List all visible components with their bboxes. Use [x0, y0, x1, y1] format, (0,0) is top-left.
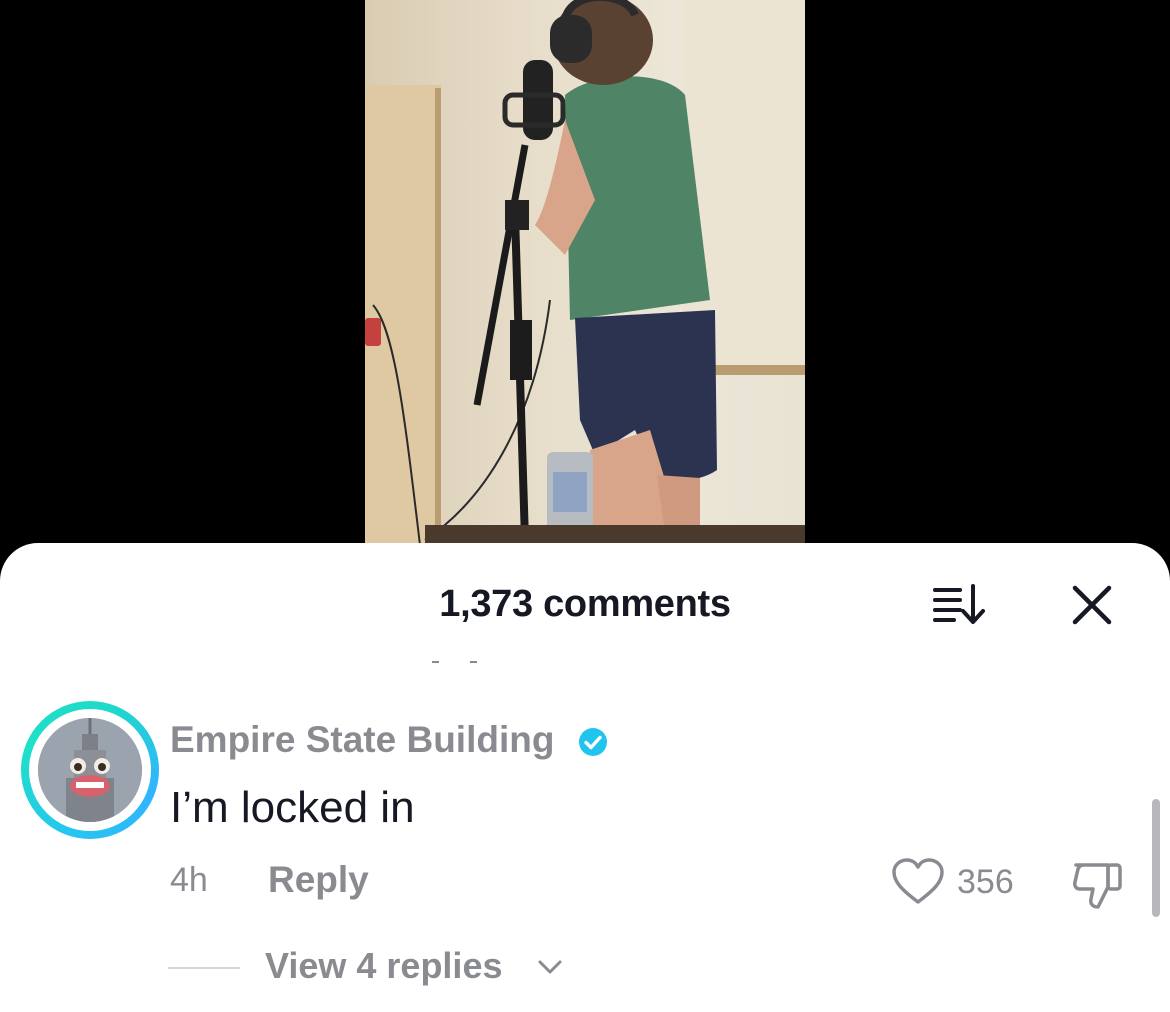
comment-author-name[interactable]: Empire State Building — [170, 719, 554, 761]
heart-outline-icon — [892, 858, 944, 904]
thumbs-down-icon — [1073, 863, 1122, 909]
avatar-story-ring[interactable] — [21, 701, 159, 839]
comments-sheet: 1,373 comments Empire State Building I’m… — [0, 543, 1170, 1012]
app-screen: 1,373 comments Empire State Building I’m… — [0, 0, 1170, 1012]
replies-divider — [168, 967, 240, 969]
like-button[interactable] — [890, 857, 946, 907]
comment-text: I’m locked in — [170, 783, 415, 832]
chevron-down-icon[interactable] — [536, 957, 564, 977]
sort-descending-icon — [933, 584, 985, 624]
comments-count-title: 1,373 comments — [439, 583, 731, 625]
video-player[interactable] — [365, 0, 805, 545]
close-button[interactable] — [1066, 579, 1118, 631]
scrollbar[interactable] — [1152, 799, 1160, 917]
video-frame — [365, 0, 805, 545]
view-replies-button[interactable]: View 4 replies — [265, 945, 502, 987]
like-count: 356 — [957, 863, 1014, 901]
sort-button[interactable] — [930, 581, 990, 627]
reply-button[interactable]: Reply — [268, 859, 369, 901]
avatar — [38, 718, 142, 822]
verified-badge-icon — [579, 728, 607, 756]
loading-indicator — [430, 658, 490, 666]
avatar-frame — [29, 709, 151, 831]
close-icon — [1072, 585, 1112, 625]
dislike-button[interactable] — [1070, 857, 1126, 913]
avatar-image — [38, 718, 142, 822]
comment-timestamp: 4h — [170, 861, 208, 899]
